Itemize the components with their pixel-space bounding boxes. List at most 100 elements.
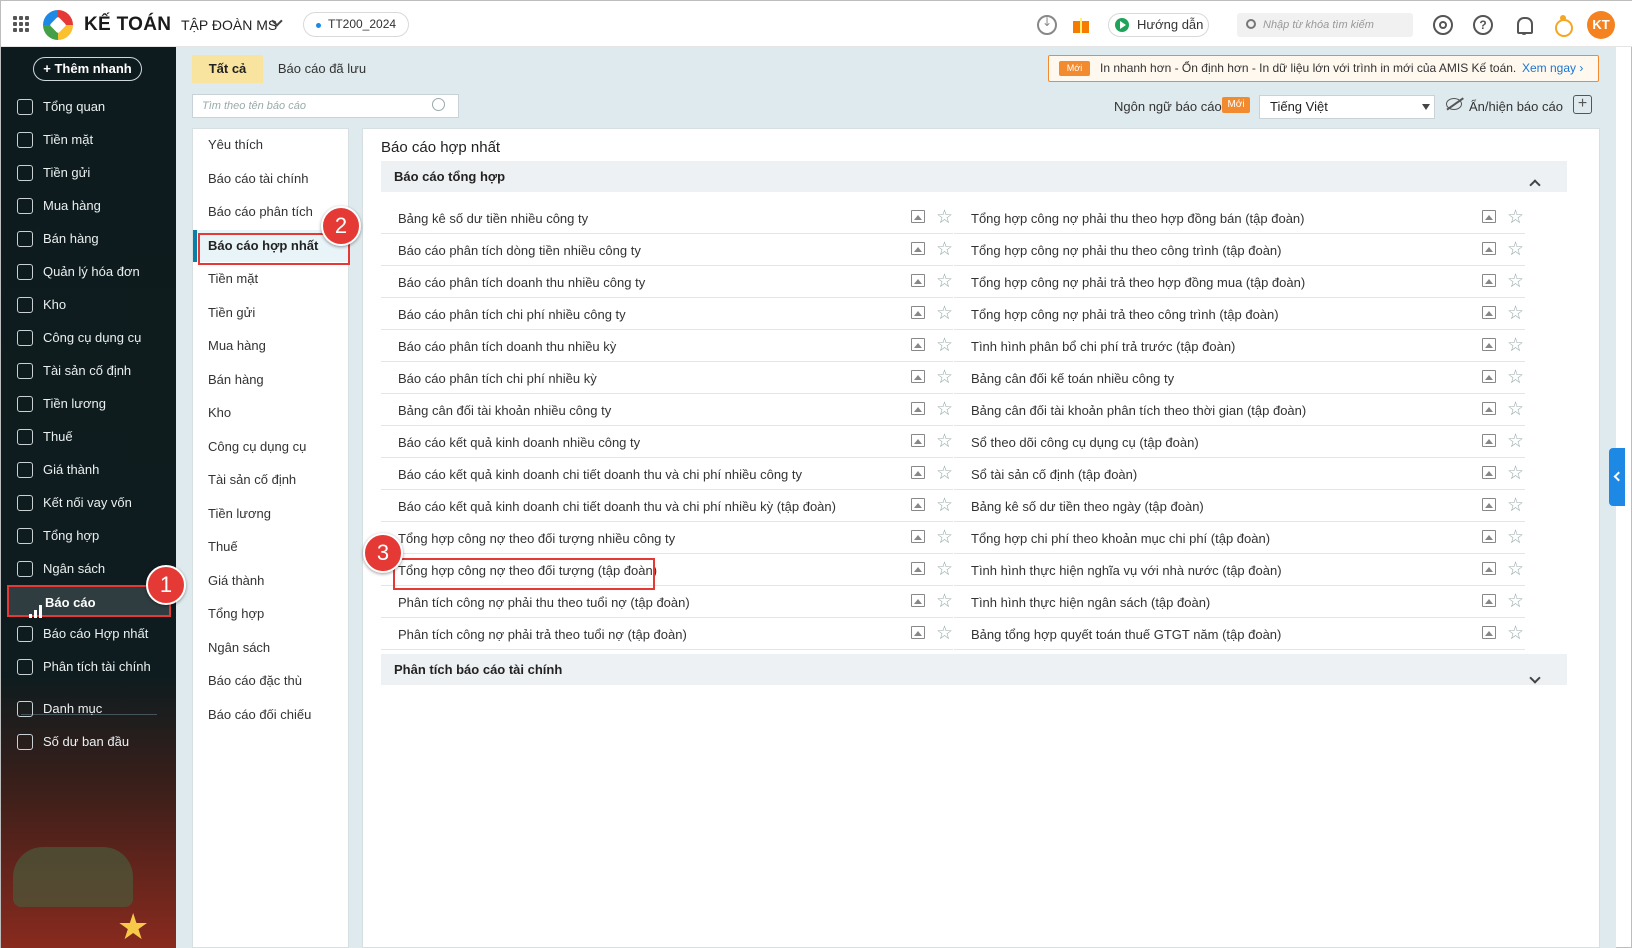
image-preview-icon[interactable] (911, 434, 925, 447)
image-preview-icon[interactable] (911, 370, 925, 383)
report-name[interactable]: Báo cáo kết quả kinh doanh nhiều công ty (398, 435, 640, 450)
report-name[interactable]: Bảng cân đối kế toán nhiều công ty (971, 371, 1174, 386)
sidebar-item[interactable]: Giá thành (7, 454, 171, 486)
sidebar-item[interactable]: Tài sản cố định (7, 355, 171, 387)
report-name[interactable]: Tình hình thực hiện nghĩa vụ với nhà nướ… (971, 563, 1282, 578)
report-name[interactable]: Tình hình phân bổ chi phí trả trước (tập… (971, 339, 1235, 354)
report-name[interactable]: Bảng cân đối tài khoản phân tích theo th… (971, 403, 1306, 418)
table-row[interactable]: Báo cáo phân tích chi phí nhiều công ty ☆ (381, 298, 953, 330)
table-row[interactable]: Bảng tổng hợp quyết toán thuế GTGT năm (… (954, 618, 1525, 650)
star-icon[interactable]: ☆ (936, 462, 953, 484)
organization-switcher[interactable]: TẬP ĐOÀN MS (181, 17, 277, 33)
image-preview-icon[interactable] (1482, 306, 1496, 319)
report-name[interactable]: Bảng kê số dư tiền theo ngày (tập đoàn) (971, 499, 1204, 514)
star-icon[interactable]: ☆ (1507, 590, 1524, 612)
table-row[interactable]: Báo cáo phân tích doanh thu nhiều công t… (381, 266, 953, 298)
table-row[interactable]: Báo cáo phân tích chi phí nhiều kỳ ☆ (381, 362, 953, 394)
star-icon[interactable]: ☆ (936, 430, 953, 452)
table-row[interactable]: Tổng hợp chi phí theo khoản mục chi phí … (954, 522, 1525, 554)
table-row[interactable]: Phân tích công nợ phải thu theo tuổi nợ … (381, 586, 953, 618)
image-preview-icon[interactable] (1482, 402, 1496, 415)
star-icon[interactable]: ☆ (1507, 558, 1524, 580)
sidebar-item[interactable]: Tiền gửi (7, 157, 171, 189)
star-icon[interactable]: ☆ (1507, 302, 1524, 324)
report-name[interactable]: Bảng kê số dư tiền nhiều công ty (398, 211, 588, 226)
category-item[interactable]: Kho (193, 397, 348, 429)
image-preview-icon[interactable] (911, 274, 925, 287)
category-item[interactable]: Báo cáo đối chiếu (193, 699, 348, 731)
table-row[interactable]: Bảng cân đối tài khoản nhiều công ty ☆ (381, 394, 953, 426)
bell-icon[interactable] (1514, 15, 1534, 35)
image-preview-icon[interactable] (1482, 594, 1496, 607)
sidebar-item[interactable]: Báo cáo Hợp nhất (7, 618, 171, 650)
table-row[interactable]: Bảng cân đối kế toán nhiều công ty ☆ (954, 362, 1525, 394)
report-name[interactable]: Sổ theo dõi công cụ dụng cụ (tập đoàn) (971, 435, 1199, 450)
star-icon[interactable]: ☆ (1507, 622, 1524, 644)
tab-all[interactable]: Tất cả (192, 55, 263, 83)
table-row[interactable]: Tình hình phân bổ chi phí trả trước (tập… (954, 330, 1525, 362)
star-icon[interactable]: ☆ (936, 334, 953, 356)
star-icon[interactable]: ☆ (1507, 526, 1524, 548)
table-row[interactable]: Tình hình thực hiện ngân sách (tập đoàn)… (954, 586, 1525, 618)
image-preview-icon[interactable] (911, 626, 925, 639)
category-item[interactable]: Tiền mặt (193, 263, 348, 295)
image-preview-icon[interactable] (1482, 562, 1496, 575)
report-name[interactable]: Tổng hợp công nợ theo đối tượng nhiều cô… (398, 531, 675, 546)
table-row[interactable]: Báo cáo phân tích doanh thu nhiều kỳ ☆ (381, 330, 953, 362)
table-row[interactable]: Bảng cân đối tài khoản phân tích theo th… (954, 394, 1525, 426)
star-icon[interactable]: ☆ (1507, 366, 1524, 388)
image-preview-icon[interactable] (1482, 466, 1496, 479)
report-name[interactable]: Bảng tổng hợp quyết toán thuế GTGT năm (… (971, 627, 1281, 642)
report-name[interactable]: Phân tích công nợ phải thu theo tuổi nợ … (398, 595, 690, 610)
image-preview-icon[interactable] (911, 594, 925, 607)
accounting-book-selector[interactable]: TT200_2024 (303, 12, 410, 37)
category-item[interactable]: Tiền lương (193, 498, 348, 530)
sidebar-item[interactable]: Mua hàng (7, 190, 171, 222)
star-icon[interactable]: ☆ (936, 590, 953, 612)
table-row[interactable]: Bảng kê số dư tiền theo ngày (tập đoàn) ☆ (954, 490, 1525, 522)
image-preview-icon[interactable] (911, 466, 925, 479)
sidebar-item[interactable]: Thuế (7, 421, 171, 453)
image-preview-icon[interactable] (1482, 210, 1496, 223)
table-row[interactable]: Báo cáo kết quả kinh doanh nhiều công ty… (381, 426, 953, 458)
image-preview-icon[interactable] (1482, 530, 1496, 543)
group-header-financial-analysis[interactable]: Phân tích báo cáo tài chính (381, 654, 1567, 685)
star-icon[interactable]: ☆ (1507, 494, 1524, 516)
gear-icon[interactable] (1433, 15, 1453, 35)
image-preview-icon[interactable] (911, 210, 925, 223)
sidebar-item[interactable]: Kết nối vay vốn (7, 487, 171, 519)
sidebar-item[interactable]: Tổng hợp (7, 520, 171, 552)
report-name[interactable]: Báo cáo phân tích chi phí nhiều công ty (398, 307, 626, 322)
table-row[interactable]: Sổ tài sản cố định (tập đoàn) ☆ (954, 458, 1525, 490)
sidebar-item[interactable]: Tiền lương (7, 388, 171, 420)
category-item[interactable]: Yêu thích (193, 129, 348, 161)
report-name[interactable]: Tổng hợp chi phí theo khoản mục chi phí … (971, 531, 1270, 546)
gift-icon[interactable] (1071, 15, 1091, 35)
sidebar-item[interactable]: Tổng quan (7, 91, 171, 123)
category-item[interactable]: Thuế (193, 531, 348, 563)
app-grid-icon[interactable] (13, 16, 29, 32)
category-item[interactable]: Tổng hợp (193, 598, 348, 630)
category-item[interactable]: Công cụ dụng cụ (193, 431, 348, 463)
sidebar-item[interactable]: Tiền mặt (7, 124, 171, 156)
report-name[interactable]: Tình hình thực hiện ngân sách (tập đoàn) (971, 595, 1210, 610)
tab-saved-reports[interactable]: Báo cáo đã lưu (272, 55, 372, 83)
category-item[interactable]: Báo cáo đặc thù (193, 665, 348, 697)
category-item[interactable]: Ngân sách (193, 632, 348, 664)
table-row[interactable]: Báo cáo kết quả kinh doanh chi tiết doan… (381, 458, 953, 490)
report-name[interactable]: Báo cáo kết quả kinh doanh chi tiết doan… (398, 467, 802, 482)
global-search-input[interactable]: Nhập từ khóa tìm kiếm (1237, 13, 1413, 37)
download-icon[interactable] (1037, 15, 1057, 35)
report-name[interactable]: Sổ tài sản cố định (tập đoàn) (971, 467, 1137, 482)
star-icon[interactable]: ☆ (1507, 462, 1524, 484)
star-icon[interactable]: ☆ (936, 206, 953, 228)
group-header-summary[interactable]: Báo cáo tổng hợp (381, 161, 1567, 192)
image-preview-icon[interactable] (911, 306, 925, 319)
table-row[interactable]: Tổng hợp công nợ theo đối tượng nhiều cô… (381, 522, 953, 554)
category-item[interactable]: Tài sản cố định (193, 464, 348, 496)
category-item[interactable]: Báo cáo tài chính (193, 163, 348, 195)
star-icon[interactable]: ☆ (936, 302, 953, 324)
report-name[interactable]: Tổng hợp công nợ phải trả theo hợp đồng … (971, 275, 1305, 290)
report-search-input[interactable]: Tìm theo tên báo cáo (192, 94, 459, 118)
table-row[interactable]: Bảng kê số dư tiền nhiều công ty ☆ (381, 202, 953, 234)
